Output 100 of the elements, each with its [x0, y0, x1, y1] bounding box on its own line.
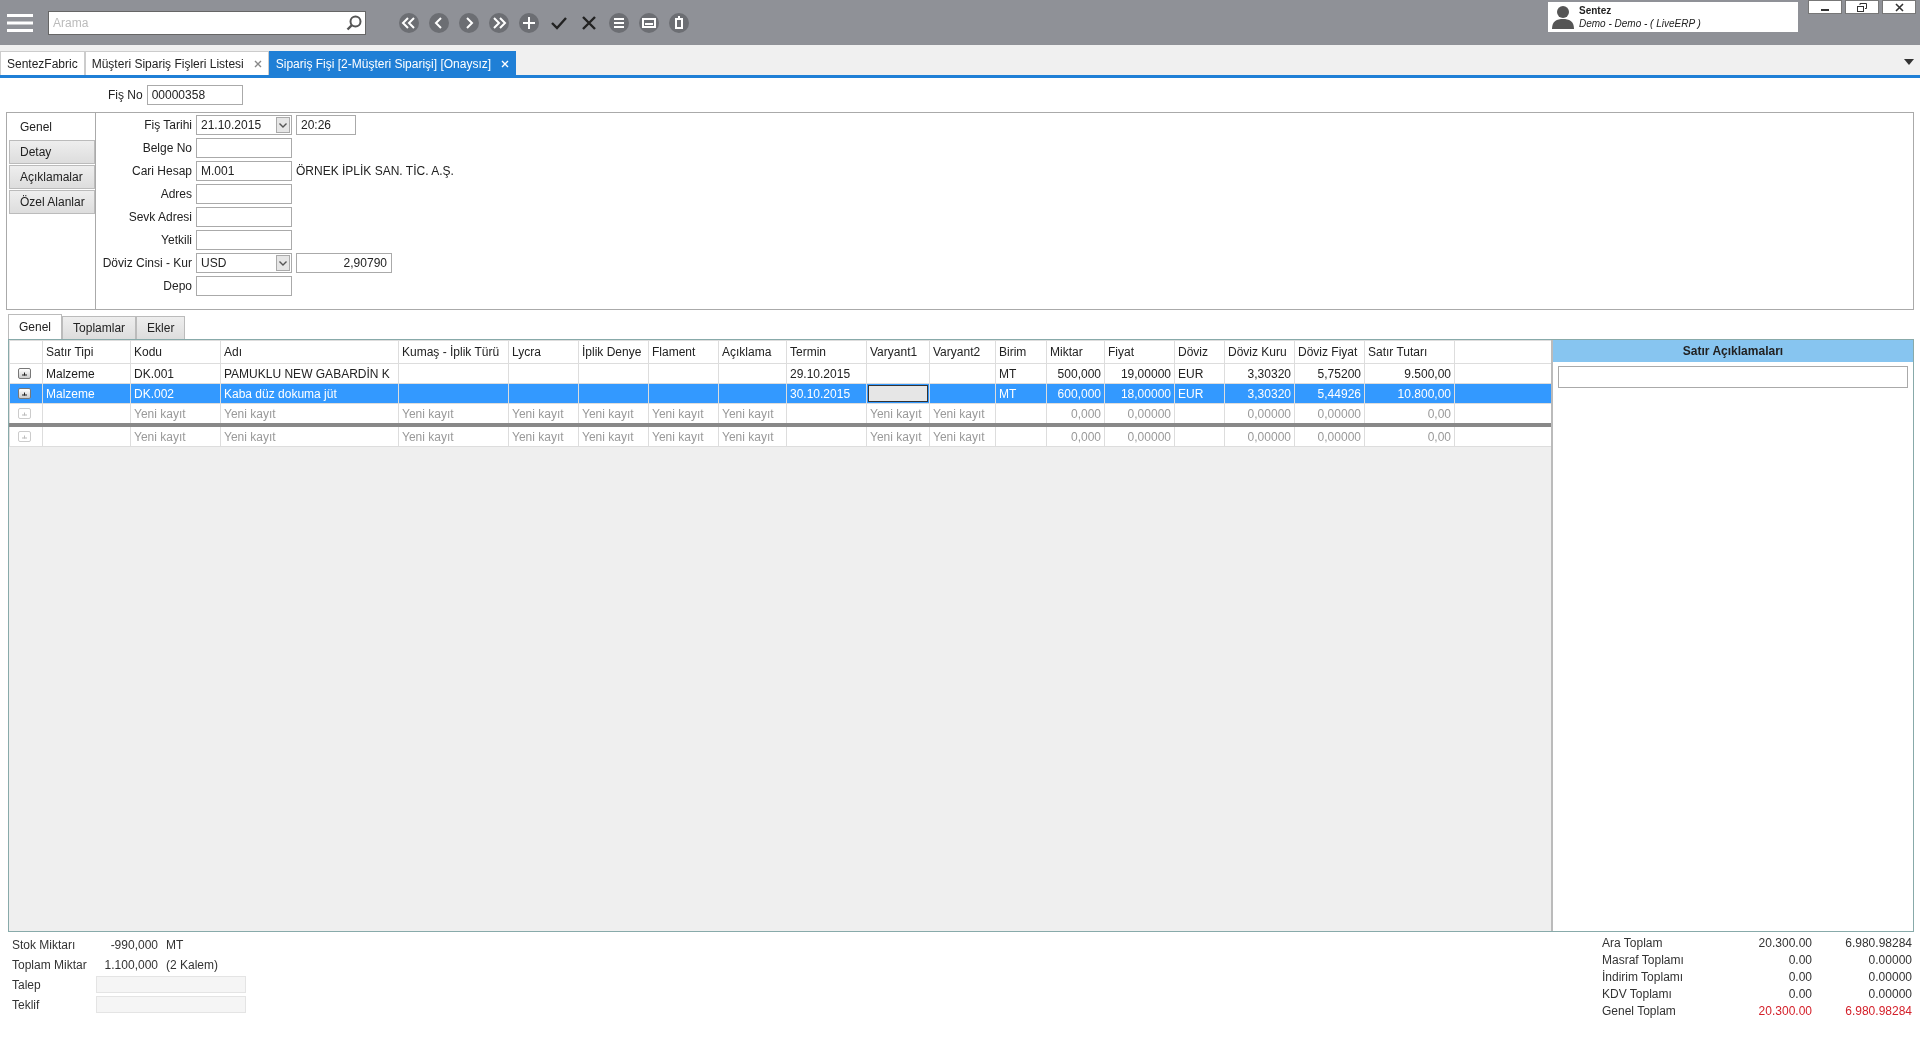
restore-button[interactable] — [1845, 0, 1879, 14]
add-icon[interactable] — [518, 11, 540, 34]
field-label: Fiş No — [108, 88, 143, 102]
field-label: Döviz Cinsi - Kur — [101, 256, 192, 270]
input-field[interactable] — [196, 184, 292, 204]
column-header: Açıklama — [718, 340, 787, 364]
table-cell: DK.001 — [130, 363, 221, 384]
account-name: ÖRNEK İPLİK SAN. TİC. A.Ş. — [296, 164, 454, 178]
user-detail: Demo - Demo - ( LiveERP ) — [1579, 17, 1701, 30]
new-record-hint: 0,00 — [1364, 425, 1455, 447]
total-value: 0.00000 — [1867, 970, 1912, 985]
column-header: Döviz — [1174, 340, 1225, 364]
cell-editor[interactable] — [868, 385, 928, 402]
new-record-hint: Yeni kayıt — [866, 425, 930, 447]
table-cell: MT — [995, 363, 1047, 384]
notes-field[interactable] — [1558, 366, 1908, 388]
input-field[interactable] — [196, 276, 292, 296]
table-cell: 500,000 — [1046, 363, 1105, 384]
total-label: Masraf Toplamı — [1602, 953, 1685, 968]
search-field[interactable]: Arama — [48, 10, 366, 35]
table-cell: 3,30320 — [1224, 363, 1295, 384]
close-icon — [1894, 2, 1904, 12]
column-header: Adı — [220, 340, 399, 364]
field-label: Belge No — [141, 141, 192, 155]
last-icon[interactable] — [488, 11, 510, 34]
document-tab[interactable]: Müşteri Sipariş Fişleri Listesi — [84, 51, 269, 75]
side-tab[interactable]: Detay — [9, 140, 95, 164]
table-cell: 29.10.2015 — [786, 363, 867, 384]
total-value: 0.00000 — [1867, 987, 1912, 1002]
column-header: Döviz Kuru — [1224, 340, 1295, 364]
panel-header: Satır Açıklamaları — [1553, 340, 1913, 362]
column-header: Birim — [995, 340, 1047, 364]
input-field[interactable]: 2,90790 — [296, 253, 392, 273]
field-label: Adres — [159, 187, 192, 201]
field-label: Depo — [162, 279, 192, 293]
new-record-hint: Yeni kayıt — [648, 425, 719, 447]
list-icon[interactable] — [608, 11, 630, 34]
dropdown-icon[interactable] — [1904, 59, 1914, 65]
total-value: 0.00 — [1787, 953, 1812, 968]
document-tab[interactable]: SentezFabric — [0, 51, 85, 75]
chevron-down-icon — [279, 122, 287, 128]
total-value: 0.00000 — [1867, 953, 1912, 968]
total-value: 20.300.00 — [1757, 936, 1812, 951]
close-icon[interactable] — [253, 59, 262, 68]
search-icon[interactable] — [346, 14, 362, 31]
total-value: 20.300.00 — [1757, 1004, 1812, 1019]
new-record-hint: Yeni kayıt — [578, 425, 649, 447]
new-record-hint: Yeni kayıt — [718, 425, 787, 447]
new-record-hint: 0,00000 — [1294, 425, 1365, 447]
tab[interactable]: Ekler — [136, 316, 186, 339]
total-value: 0.00 — [1787, 970, 1812, 985]
input-field[interactable]: 20:26 — [296, 115, 356, 135]
total-value: 6.980.98284 — [1844, 1004, 1912, 1019]
keyboard-icon[interactable] — [638, 11, 660, 34]
field-label: Cari Hesap — [130, 164, 192, 178]
person-icon — [1552, 5, 1574, 29]
previous-icon[interactable] — [428, 11, 450, 34]
new-record-hint: 0,00000 — [1104, 425, 1175, 447]
next-icon[interactable] — [458, 11, 480, 34]
close-button[interactable] — [1882, 0, 1916, 14]
date-picker[interactable]: 21.10.2015 — [196, 115, 292, 135]
total-value: 6.980.98284 — [1844, 936, 1912, 951]
input-field[interactable] — [196, 138, 292, 158]
stat-value: 1.100,000 — [103, 957, 158, 972]
chevron-down-icon — [279, 260, 287, 266]
stat-label: Teklif — [12, 996, 41, 1013]
first-icon[interactable] — [398, 11, 420, 34]
column-header: Fiyat — [1104, 340, 1175, 364]
expand-button[interactable] — [18, 388, 31, 399]
table-cell: EUR — [1174, 363, 1225, 384]
table-cell: Malzeme — [42, 363, 131, 384]
column-header: Miktar — [1046, 340, 1105, 364]
total-label: İndirim Toplamı — [1602, 970, 1685, 985]
column-header: Kumaş - İplik Türü — [398, 340, 509, 364]
total-label: Ara Toplam — [1602, 936, 1664, 951]
tab[interactable]: Toplamlar — [62, 316, 137, 339]
document-tab[interactable]: Sipariş Fişi [2-Müşteri Siparişi] [Onaysız] — [268, 51, 517, 75]
stat-unit: (2 Kalem) — [166, 957, 218, 972]
expand-button[interactable] — [18, 368, 31, 379]
column-header: Kodu — [130, 340, 221, 364]
input-field[interactable]: M.001 — [196, 161, 292, 181]
dropdown-button[interactable] — [276, 117, 290, 133]
table-cell: 9.500,00 — [1364, 363, 1455, 384]
input-field[interactable] — [196, 207, 292, 227]
new-record-hint: Yeni kayıt — [929, 425, 996, 447]
side-tab[interactable]: Özel Alanlar — [9, 190, 95, 214]
minimize-button[interactable] — [1808, 0, 1842, 14]
column-header: Termin — [786, 340, 867, 364]
dropdown[interactable]: USD — [196, 253, 292, 273]
tab[interactable]: Genel — [8, 314, 63, 339]
input-field[interactable]: 00000358 — [146, 85, 243, 105]
stat-label: Toplam Miktar — [12, 956, 88, 973]
dropdown-button[interactable] — [276, 255, 290, 271]
input-field[interactable] — [196, 230, 292, 250]
column-header: Varyant2 — [929, 340, 996, 364]
column-header: Satır Tipi — [42, 340, 131, 364]
total-label: KDV Toplamı — [1602, 987, 1673, 1002]
side-tab[interactable]: Açıklamalar — [9, 165, 95, 189]
new-record-hint: 0,000 — [1046, 425, 1105, 447]
column-header: Flament — [648, 340, 719, 364]
